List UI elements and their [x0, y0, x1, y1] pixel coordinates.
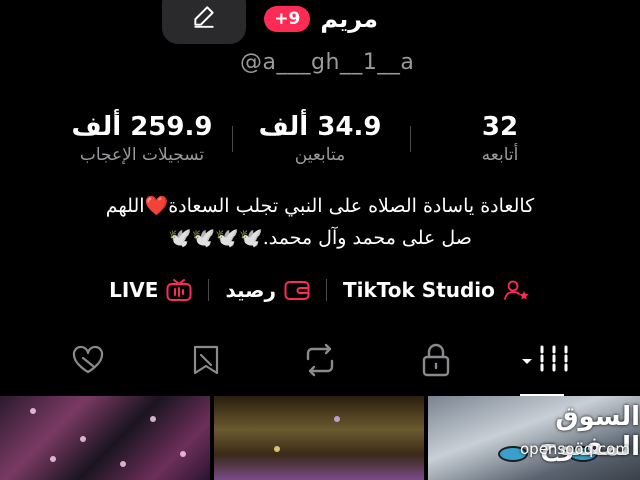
- bio-line-2: صل على محمد وآل محمد.🕊️🕊️🕊️🕊️: [168, 227, 472, 249]
- live-tv-icon: [166, 279, 192, 301]
- tiktok-studio-label: TikTok Studio: [343, 278, 495, 302]
- creator-star-icon: [504, 280, 529, 300]
- watermark-url: opensooq.com: [520, 440, 630, 458]
- bookmark-hidden-icon: [193, 345, 219, 375]
- live-link[interactable]: LIVE: [109, 278, 192, 302]
- bio-line-1: كالعادة ياسادة الصلاه على النبي تجلب الس…: [105, 195, 535, 217]
- followers-label: متابعين: [294, 145, 346, 165]
- profile-bio: كالعادة ياسادة الصلاه على النبي تجلب الس…: [40, 190, 600, 254]
- edit-profile-button[interactable]: [162, 0, 246, 44]
- following-count: 32: [481, 112, 519, 142]
- tab-favorites[interactable]: [186, 340, 226, 380]
- tab-liked[interactable]: [68, 340, 108, 380]
- profile-name: مريم: [320, 5, 378, 33]
- links-separator: [326, 279, 327, 301]
- video-thumbnail[interactable]: [0, 396, 210, 480]
- profile-name-row: +9 مريم: [264, 4, 378, 34]
- tab-reposts[interactable]: [300, 340, 340, 380]
- stat-divider: [232, 126, 233, 152]
- followers-stat[interactable]: 34.9 ألف متابعين: [230, 110, 410, 166]
- links-separator: [208, 279, 210, 301]
- likes-label: تسجيلات الإعجاب: [79, 145, 205, 165]
- video-thumbnail[interactable]: [214, 396, 424, 480]
- profile-links-row: TikTok Studio رصيد LIVE: [0, 278, 640, 302]
- balance-label: رصيد: [225, 278, 276, 302]
- likes-count: 259.9 ألف: [71, 112, 213, 142]
- pencil-icon: [194, 6, 214, 28]
- repost-icon: [306, 343, 334, 377]
- tab-private[interactable]: [416, 340, 456, 380]
- lock-icon: [422, 343, 450, 377]
- live-label: LIVE: [109, 278, 159, 302]
- balance-link[interactable]: رصيد: [225, 278, 310, 302]
- wallet-icon: [284, 281, 310, 300]
- heart-hidden-icon: [72, 345, 104, 374]
- following-stat[interactable]: 32 أتابعه: [410, 110, 590, 166]
- profile-username: @a___gh__1__a: [240, 50, 415, 75]
- following-label: أتابعه: [481, 145, 519, 165]
- tab-videos[interactable]: [520, 340, 576, 380]
- notification-badge[interactable]: +9: [264, 6, 311, 32]
- likes-stat[interactable]: 259.9 ألف تسجيلات الإعجاب: [52, 110, 232, 166]
- stat-divider: [410, 126, 411, 152]
- followers-count: 34.9 ألف: [258, 112, 382, 142]
- video-grid-icon: [522, 345, 568, 375]
- tiktok-studio-link[interactable]: TikTok Studio: [343, 278, 531, 302]
